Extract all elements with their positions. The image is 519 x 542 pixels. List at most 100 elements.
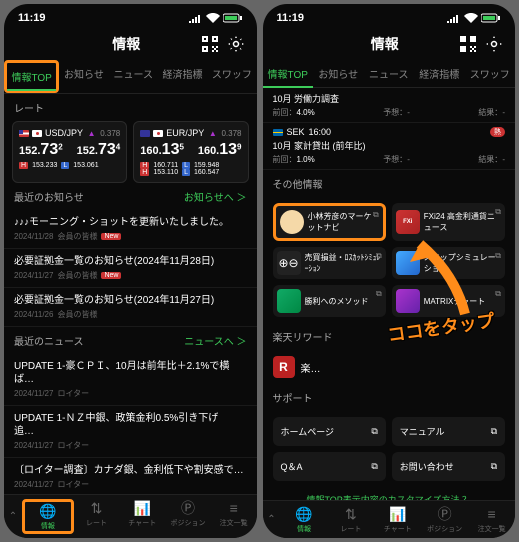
signal-icon xyxy=(447,13,461,23)
notice-item[interactable]: 必要証拠金一覧のお知らせ(2024年11月28日)2024/11/27会員の皆様… xyxy=(4,249,257,288)
globe-icon: 🌐 xyxy=(295,505,313,523)
globe-icon: 🌐 xyxy=(39,502,57,520)
tab-econ[interactable]: 経済指標 xyxy=(414,60,465,87)
nav-position[interactable]: Ⓟポジション xyxy=(421,505,468,534)
econ-item[interactable]: SEK16:00熱 10月 家計貸出 (前年比) 前回：1.0%予想：-結果：- xyxy=(263,123,516,170)
notice-item[interactable]: 必要証拠金一覧のお知らせ(2024年11月27日)2024/11/26会員の皆様 xyxy=(4,288,257,327)
open-icon: ⧉ xyxy=(371,461,377,472)
nav-position[interactable]: Ⓟポジション xyxy=(165,499,211,534)
wifi-icon xyxy=(206,13,220,23)
qr-icon[interactable] xyxy=(459,35,477,53)
nav-info[interactable]: 🌐情報 xyxy=(281,505,328,534)
open-icon: ⧉ xyxy=(495,251,501,261)
battery-icon xyxy=(223,13,243,23)
nav-orders[interactable]: ≡注文一覧 xyxy=(211,499,257,534)
new-badge: New xyxy=(101,272,121,279)
tab-notices[interactable]: お知らせ xyxy=(313,60,364,87)
support-homepage[interactable]: ホームページ⧉ xyxy=(273,417,386,446)
notices-link[interactable]: お知らせへ ＞ xyxy=(184,189,247,204)
support-grid: ホームページ⧉ マニュアル⧉ Q＆A⧉ お問い合わせ⧉ xyxy=(263,411,516,487)
qr-icon[interactable] xyxy=(201,35,219,53)
tool-market-navi[interactable]: 小林芳彦のマーケットナビ⧉ xyxy=(273,203,386,241)
position-icon: Ⓟ xyxy=(179,499,197,517)
tab-swap[interactable]: スワッフ xyxy=(465,60,516,87)
nav-expand[interactable]: ⌃ xyxy=(263,505,281,534)
tab-info-top[interactable]: 情報TOP xyxy=(4,60,59,93)
support-contact[interactable]: お問い合わせ⧉ xyxy=(392,452,505,481)
list-icon: ≡ xyxy=(225,499,243,517)
bottom-nav: ⌃ 🌐情報 ⇅レート 📊チャート Ⓟポジション ≡注文一覧 xyxy=(4,494,257,538)
status-icons xyxy=(189,12,243,24)
signal-icon xyxy=(189,13,203,23)
customize-link[interactable]: 情報TOP表示内容のカスタマイズ方法 ？ xyxy=(263,487,516,500)
news-link[interactable]: ニュースへ ＞ xyxy=(184,333,246,348)
reward-item[interactable]: R楽… xyxy=(263,350,516,384)
section-reward: 楽天リワード xyxy=(263,323,516,350)
tool-method[interactable]: 勝利へのメソッド⧉ xyxy=(273,285,386,317)
rate-card-usdjpy[interactable]: USD/JPY▲0.378 152.732152.734 H153.233L15… xyxy=(12,121,127,183)
open-icon: ⧉ xyxy=(491,461,497,472)
notice-item[interactable]: ♪♪♪モーニング・ショットを更新いたしました。2024/11/28会員の皆様Ne… xyxy=(4,210,257,249)
rate-card-eurjpy[interactable]: EUR/JPY▲0.378 160.135160.139 H160.711L15… xyxy=(133,121,248,183)
hot-badge: 熱 xyxy=(490,127,505,137)
page-title: 情報 xyxy=(311,34,460,54)
tab-info-top[interactable]: 情報TOP xyxy=(263,60,314,87)
news-item[interactable]: UPDATE 1-豪ＣＰＩ、10月は前年比＋2.1%で横ば…2024/11/27… xyxy=(4,354,257,406)
content-left: レート USD/JPY▲0.378 152.732152.734 H153.23… xyxy=(4,94,257,494)
app-header: 情報 xyxy=(4,28,257,60)
section-notices: 最近のお知らせお知らせへ ＞ xyxy=(4,183,257,210)
nav-expand[interactable]: ⌃ xyxy=(4,499,22,534)
tab-swap[interactable]: スワッフ xyxy=(207,60,256,93)
new-badge: New xyxy=(101,233,121,240)
status-icons xyxy=(447,12,501,24)
support-manual[interactable]: マニュアル⧉ xyxy=(392,417,505,446)
chart-icon: 📊 xyxy=(389,505,407,523)
nav-rates[interactable]: ⇅レート xyxy=(74,499,120,534)
nav-orders[interactable]: ≡注文一覧 xyxy=(468,505,515,534)
tool-fxi24[interactable]: FXiFXi24 高金利通貨ニュース⧉ xyxy=(392,203,505,241)
econ-item[interactable]: 10月 労働力調査 前回：4.0%予想：-結果：- xyxy=(263,88,516,123)
news-item[interactable]: 〔ロイター調査〕カナダ銀、金利低下や割安感で…2024/11/27ロイター xyxy=(4,458,257,494)
support-qa[interactable]: Q＆A⧉ xyxy=(273,452,386,481)
chart-icon: 📊 xyxy=(133,499,151,517)
nav-info[interactable]: 🌐情報 xyxy=(22,499,74,534)
tools-grid: 小林芳彦のマーケットナビ⧉ FXiFXi24 高金利通貨ニュース⧉ ⊕⊖売買損益… xyxy=(263,197,516,323)
tool-matrix[interactable]: MATRIXチャート⧉ xyxy=(392,285,505,317)
nav-rates[interactable]: ⇅レート xyxy=(327,505,374,534)
phone-right: 11:19 情報 情報TOP お知らせ ニュース 経済指標 スワッフ 10月 労… xyxy=(263,4,516,538)
rates-row: USD/JPY▲0.378 152.732152.734 H153.233L15… xyxy=(4,121,257,183)
tool-swap-sim[interactable]: スワップシミュレーション⧉ xyxy=(392,247,505,279)
news-item[interactable]: UPDATE 1-ＮＺ中銀、政策金利0.5%引き下げ 追…2024/11/27ロ… xyxy=(4,406,257,458)
open-icon: ⧉ xyxy=(376,251,382,261)
open-icon: ⧉ xyxy=(491,426,497,437)
status-time: 11:19 xyxy=(277,12,305,24)
open-icon: ⧉ xyxy=(376,289,382,299)
section-news: 最近のニュースニュースへ ＞ xyxy=(4,327,257,354)
page-title: 情報 xyxy=(52,34,201,54)
open-icon: ⧉ xyxy=(495,207,501,217)
section-rates: レート xyxy=(4,94,257,121)
gear-icon[interactable] xyxy=(227,35,245,53)
tab-news[interactable]: ニュース xyxy=(109,60,158,93)
tab-news[interactable]: ニュース xyxy=(364,60,415,87)
status-bar: 11:19 xyxy=(4,4,257,28)
rakuten-icon: R xyxy=(273,356,295,378)
section-other: その他情報 xyxy=(263,170,516,197)
flag-jp-icon xyxy=(32,130,42,137)
phone-left: 11:19 情報 情報TOP お知らせ ニュース 経済指標 スワッフ レート U… xyxy=(4,4,257,538)
list-icon: ≡ xyxy=(483,505,501,523)
tab-econ[interactable]: 経済指標 xyxy=(158,60,207,93)
content-right: 10月 労働力調査 前回：4.0%予想：-結果：- SEK16:00熱 10月 … xyxy=(263,88,516,500)
nav-chart[interactable]: 📊チャート xyxy=(374,505,421,534)
status-time: 11:19 xyxy=(18,12,46,24)
tab-bar: 情報TOP お知らせ ニュース 経済指標 スワッフ xyxy=(263,60,516,88)
tab-bar: 情報TOP お知らせ ニュース 経済指標 スワッフ xyxy=(4,60,257,94)
bottom-nav: ⌃ 🌐情報 ⇅レート 📊チャート Ⓟポジション ≡注文一覧 xyxy=(263,500,516,538)
tool-pl-sim[interactable]: ⊕⊖売買損益・ﾛｽｶｯﾄｼﾐｭﾚｰｼｮﾝ⧉ xyxy=(273,247,386,279)
gear-icon[interactable] xyxy=(485,35,503,53)
tab-notices[interactable]: お知らせ xyxy=(59,60,108,93)
open-icon: ⧉ xyxy=(495,289,501,299)
rates-icon: ⇅ xyxy=(88,499,106,517)
wifi-icon xyxy=(464,13,478,23)
nav-chart[interactable]: 📊チャート xyxy=(119,499,165,534)
